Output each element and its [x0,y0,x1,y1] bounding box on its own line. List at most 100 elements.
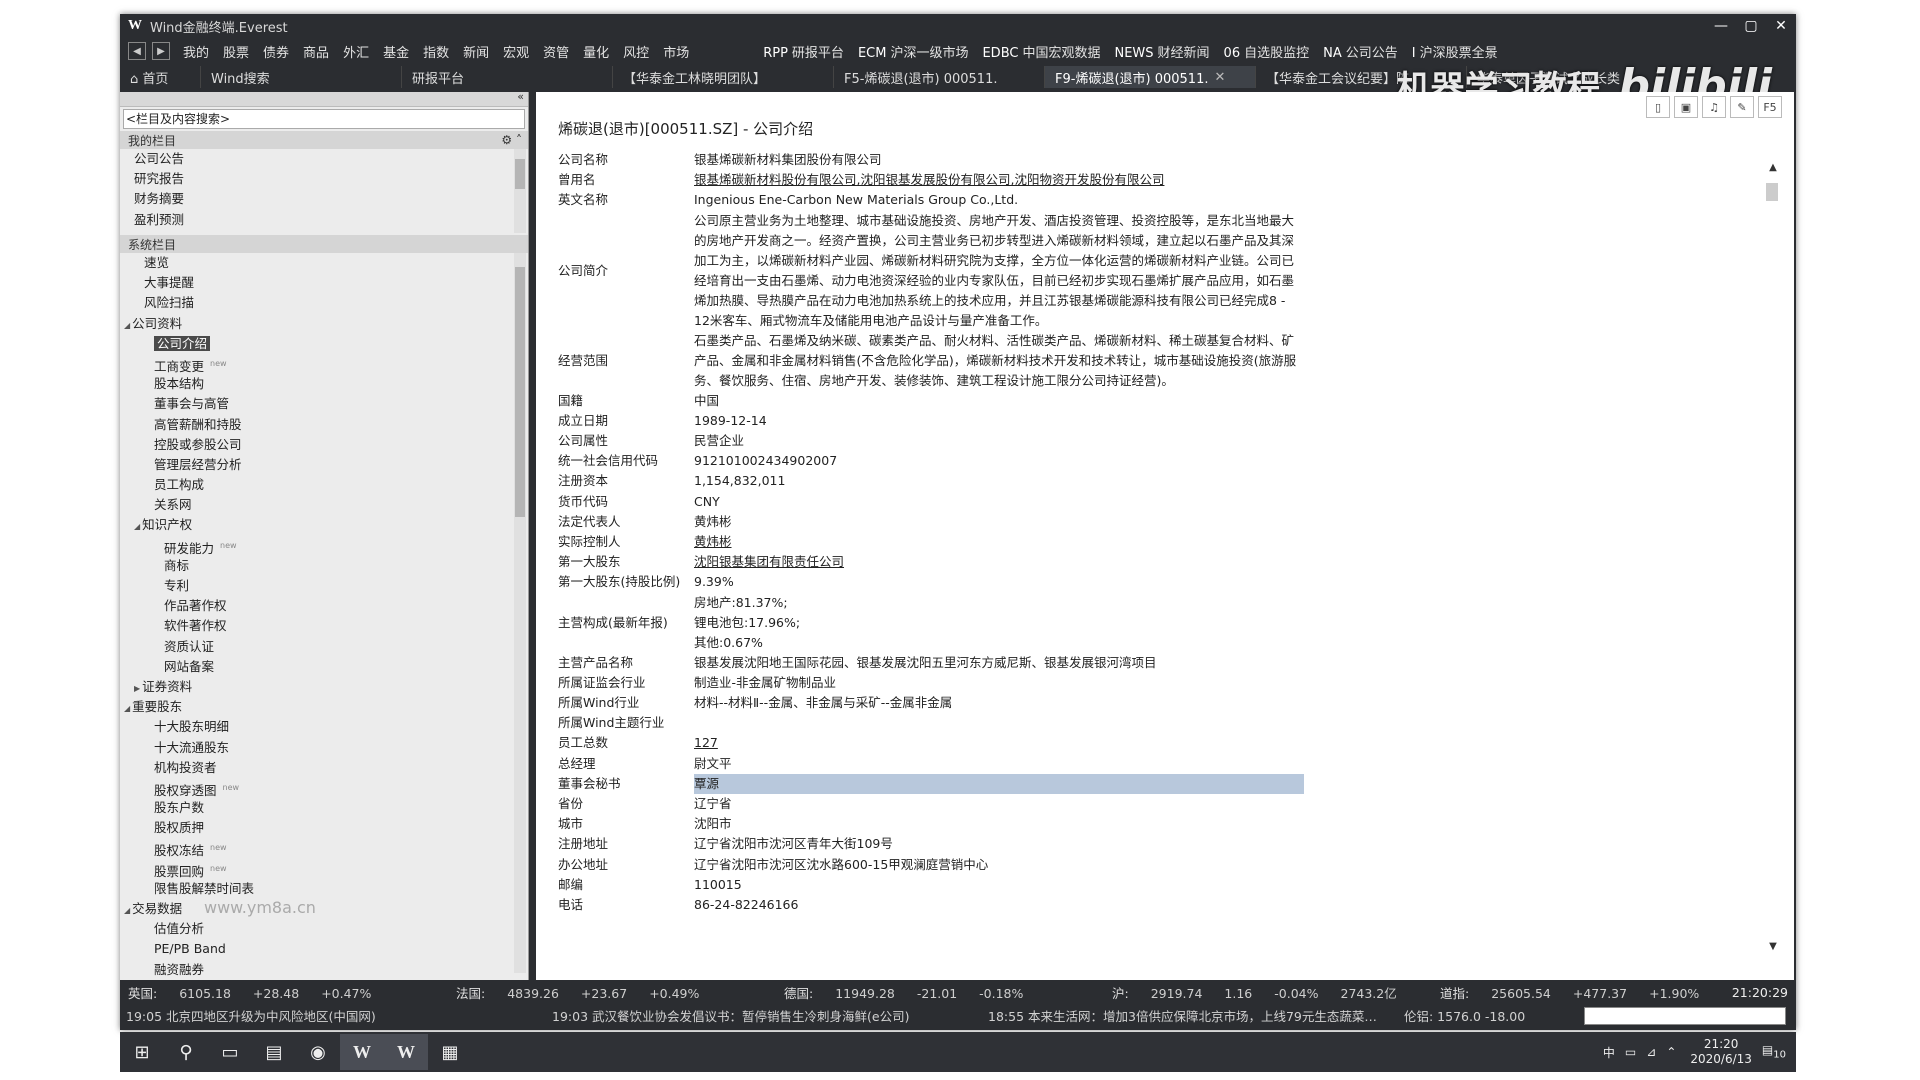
expand-icon[interactable]: ◢ [124,321,130,330]
info-value[interactable]: 127 [694,733,1338,753]
wind-app-icon[interactable]: W [384,1034,428,1070]
scroll-up-icon[interactable]: ▲ [1766,162,1780,173]
scroll-thumb[interactable] [1766,183,1778,201]
wind-app-icon[interactable]: W [340,1034,384,1070]
menu-shortcut[interactable]: NEWS 财经新闻 [1114,42,1209,61]
phone-icon[interactable]: ▯ [1646,96,1670,118]
sidebar-item[interactable]: 公司公告 [120,149,528,169]
sidebar-item[interactable]: 十大流通股东 [120,738,528,758]
clock[interactable]: 21:20 2020/6/13 [1690,1037,1752,1067]
close-icon[interactable]: ✕ [1214,70,1225,85]
sidebar-item[interactable]: 股票回购 new [120,859,528,879]
info-value[interactable]: 银基烯碳新材料股份有限公司,沈阳银基发展股份有限公司,沈阳物资开发股份有限公司 [694,170,1338,190]
sidebar-item[interactable]: 估值分析 [120,919,528,939]
command-input[interactable] [1584,1007,1786,1025]
menu-item[interactable]: 股票 [223,42,249,61]
sidebar-item[interactable]: 董事会与高管 [120,394,528,414]
browser-icon[interactable]: ◉ [296,1034,340,1070]
expand-icon[interactable]: ◢ [124,704,130,713]
content-scrollbar[interactable]: ▲ ▼ [1766,162,1780,952]
sidebar-item[interactable]: 限售股解禁时间表 [120,879,528,899]
gear-icon[interactable]: ⚙ ˄ [501,133,522,147]
ticker-item[interactable]: 法国: 4839.26 +23.67 +0.49% [456,983,776,1002]
volume-icon[interactable]: ⊿ [1646,1045,1656,1059]
sidebar-item[interactable]: 员工构成 [120,475,528,495]
system-columns-header[interactable]: 系统栏目 [120,235,528,253]
menu-item[interactable]: 债券 [263,42,289,61]
collapse-icon[interactable]: « [517,92,524,103]
sidebar-item[interactable]: ◢ 知识产权 [120,515,528,535]
menu-shortcut[interactable]: NA 公司公告 [1323,42,1398,61]
sidebar-item[interactable]: ▶ 证券资料 [120,677,528,697]
maximize-button[interactable]: ▢ [1736,18,1766,34]
menu-item[interactable]: 外汇 [343,42,369,61]
windows-start-icon[interactable]: ⊞ [120,1034,164,1070]
sidebar-item[interactable]: 十大股东明细 [120,717,528,737]
sidebar-item[interactable]: 风险扫描 [120,293,528,313]
menu-item[interactable]: 指数 [423,42,449,61]
sidebar-item[interactable]: 股本结构 [120,374,528,394]
menu-shortcut[interactable]: EDBC 中国宏观数据 [982,42,1100,61]
menu-item[interactable]: 我的 [183,42,209,61]
pencil-icon[interactable]: ✎ [1730,96,1754,118]
ticker-item[interactable]: 德国: 11949.28 -21.01 -0.18% [784,983,1104,1002]
ime-icon[interactable]: 中 [1603,1044,1615,1061]
menu-item[interactable]: 资管 [543,42,569,61]
menu-shortcut[interactable]: 06 自选股监控 [1224,42,1310,61]
expand-icon[interactable]: ◢ [134,522,140,531]
menu-item[interactable]: 市场 [663,42,689,61]
sidebar-item[interactable]: 速览 [120,253,528,273]
sidebar-item[interactable]: 研发能力 new [120,536,528,556]
sidebar-item[interactable]: ◢ 重要股东 [120,697,528,717]
sidebar-item[interactable]: 商标 [120,556,528,576]
sidebar-item[interactable]: 作品著作权 [120,596,528,616]
sidebar-item[interactable]: 专利 [120,576,528,596]
expand-icon[interactable]: ◢ [124,906,130,915]
sidebar-item[interactable]: 软件著作权 [120,616,528,636]
sidebar-item[interactable]: 网站备案 [120,657,528,677]
file-explorer-icon[interactable]: ▤ [252,1034,296,1070]
menu-shortcut[interactable]: ECM 沪深一级市场 [858,42,969,61]
sidebar-item[interactable]: 控股或参股公司 [120,435,528,455]
sidebar-item[interactable]: 机构投资者 [120,758,528,778]
sidebar-item[interactable]: 管理层经营分析 [120,455,528,475]
sidebar-item[interactable]: ◢ 公司资料 [120,314,528,334]
sidebar-item[interactable]: 股权冻结 new [120,838,528,858]
ticker-item[interactable]: 道指: 25605.54 +477.37 +1.90% [1440,983,1740,1002]
sidebar-search-input[interactable]: <栏目及内容搜索> [123,109,525,129]
tab[interactable]: Wind搜索 [201,66,402,88]
ticker-item[interactable]: 英国: 6105.18 +28.48 +0.47% [128,983,448,1002]
menu-item[interactable]: 量化 [583,42,609,61]
menu-item[interactable]: 风控 [623,42,649,61]
news-item[interactable]: 19:05 北京四地区升级为中风险地区(中国网) [126,1006,546,1025]
sidebar-item[interactable]: 股权质押 [120,818,528,838]
sidebar-item[interactable]: 工商变更 new [120,354,528,374]
sidebar-item[interactable]: 资质认证 [120,637,528,657]
news-item[interactable]: 19:03 武汉餐饮业协会发倡议书：暂停销售生冷刺身海鲜(e公司) [552,1006,982,1025]
sidebar-item[interactable]: 关系网 [120,495,528,515]
sidebar-item[interactable]: 财务摘要 [120,189,528,209]
sidebar-item[interactable]: 盈利预测 [120,210,528,230]
scrollbar[interactable] [514,149,526,233]
news-item[interactable]: 18:55 本来生活网：增加3倍供应保障北京市场，上线79元生态蔬菜… [988,1006,1398,1025]
notification-icon[interactable]: ▤10 [1762,1043,1786,1060]
sidebar-item[interactable]: 公司介绍 [120,334,528,354]
tab[interactable]: F5-烯碳退(退市) 000511. [834,66,1045,88]
minimize-button[interactable]: — [1706,18,1736,34]
sidebar-item[interactable]: 融资融券 [120,960,528,980]
tab[interactable]: F9-烯碳退(退市) 000511. ✕ [1045,66,1256,88]
forward-icon[interactable]: ▶ [152,42,170,60]
sidebar-collapse-bar[interactable]: « [120,92,528,107]
sidebar-item[interactable]: 股东户数 [120,798,528,818]
menu-shortcut[interactable]: RPP 研报平台 [763,42,844,61]
export-icon[interactable]: ▣ [1674,96,1698,118]
sidebar-item[interactable]: PE/PB Band [120,939,528,959]
network-icon[interactable]: ▭ [1625,1045,1636,1059]
sidebar-item[interactable]: 大事提醒 [120,273,528,293]
scroll-down-icon[interactable]: ▼ [1766,941,1780,952]
tab[interactable]: ⌂ 首页 [120,66,201,88]
search-icon[interactable]: ⚲ [164,1034,208,1070]
info-value[interactable]: 黄炜彬 [694,532,1338,552]
bell-icon[interactable]: ♫ [1702,96,1726,118]
chevron-up-icon[interactable]: ⌃ [1666,1045,1676,1059]
